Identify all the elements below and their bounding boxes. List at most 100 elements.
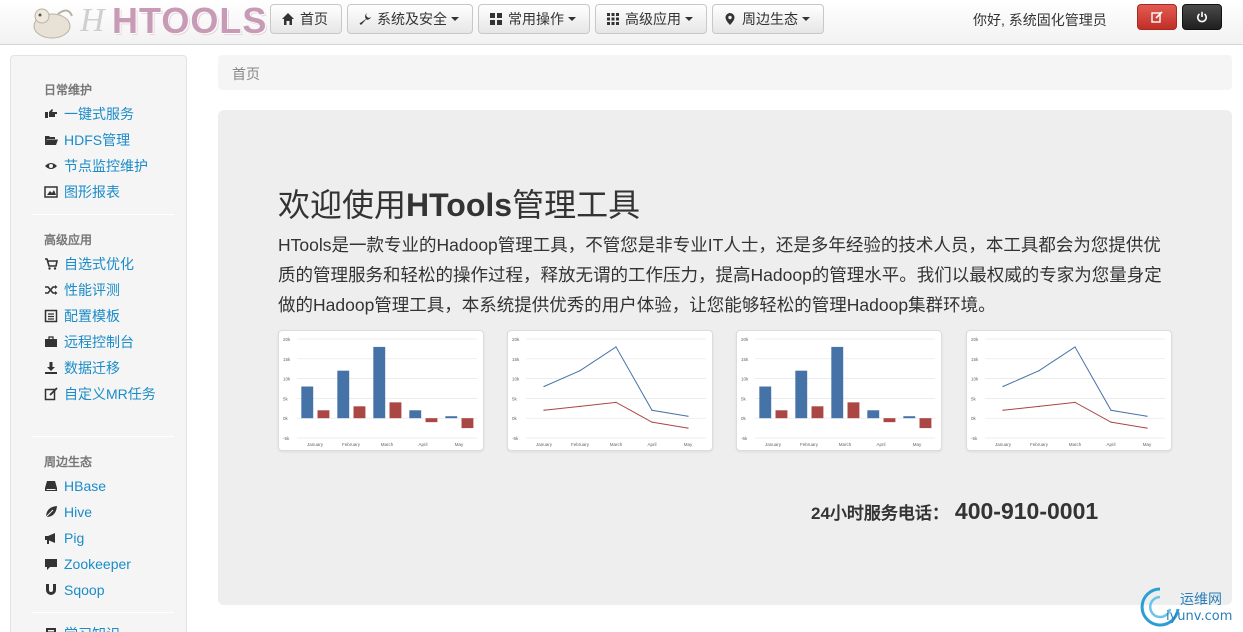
sidebar-item-hdfs[interactable]: HDFS管理 (44, 130, 174, 150)
chart-point (1110, 421, 1112, 423)
chart-point (543, 385, 545, 388)
sidebar-item-label: Pig (64, 530, 85, 546)
home-icon (282, 13, 294, 25)
y-tick-label: 20k (283, 337, 291, 342)
y-tick-label: -5k (741, 436, 748, 441)
chart-point (1038, 370, 1040, 372)
sidebar-item-label: HBase (64, 478, 107, 494)
breadcrumb-current[interactable]: 首页 (232, 66, 260, 82)
y-tick-label: 0k (512, 416, 518, 421)
sidebar-item-remote-console[interactable]: 远程控制台 (44, 332, 174, 352)
y-tick-label: 15k (741, 357, 749, 362)
download-icon (45, 362, 57, 374)
sidebar-item-learning[interactable]: 学习知识 (44, 624, 174, 632)
x-tick-label: April (1106, 442, 1115, 447)
chevron-down-icon (568, 17, 576, 21)
book-icon (46, 628, 56, 632)
sidebar-item-hive[interactable]: Hive (44, 502, 174, 522)
chart-point (1146, 415, 1148, 417)
sidebar-item-label: 自定义MR任务 (64, 386, 156, 402)
y-tick-label: -5k (283, 436, 290, 441)
grid-small-icon (607, 13, 619, 25)
sidebar-item-custom-mr-task[interactable]: 自定义MR任务 (44, 384, 174, 404)
chart-bar (461, 418, 474, 429)
nav-system-security[interactable]: 系统及安全 (347, 4, 473, 34)
x-tick-label: April (647, 442, 656, 447)
sidebar-item-zookeeper[interactable]: Zookeeper (44, 554, 174, 574)
x-tick-label: May (455, 442, 464, 447)
bar-chart: 20k 15k 10k 5k 0k -5k January February March Apri… (741, 337, 935, 447)
y-tick-label: 0k (283, 416, 289, 421)
power-icon (1197, 11, 1207, 23)
nav-home[interactable]: 首页 (270, 4, 342, 34)
nav-advanced[interactable]: 高级应用 (595, 4, 707, 34)
chevron-down-icon (802, 17, 810, 21)
y-tick-label: 5k (741, 396, 747, 401)
x-tick-label: May (1143, 442, 1152, 447)
sidebar-item-data-migration[interactable]: 数据迁移 (44, 358, 174, 378)
bar-chart: 20k 15k 10k 5k 0k -5k January February March Apri… (283, 337, 477, 447)
y-tick-label: 0k (971, 416, 977, 421)
sidebar-item-custom-optimize[interactable]: 自选式优化 (44, 254, 174, 274)
chart-bar (847, 402, 860, 419)
y-tick-label: 0k (741, 416, 747, 421)
x-tick-label: January (765, 442, 782, 447)
chart-point (1038, 405, 1040, 407)
sidebar-divider (31, 612, 174, 613)
x-tick-label: January (995, 442, 1012, 447)
chart-point (615, 401, 617, 403)
chart-point (651, 421, 653, 423)
service-phone: 24小时服务电话： 400-910-0001 (811, 498, 1098, 525)
x-tick-label: February (571, 442, 590, 447)
x-tick-label: January (307, 442, 324, 447)
list-alt-icon (44, 309, 58, 323)
chart-point (1074, 346, 1076, 348)
eye-icon (45, 163, 57, 169)
sidebar-item-label: 图形报表 (64, 184, 120, 200)
hand-right-icon (45, 109, 57, 118)
y-tick-label: 20k (512, 337, 520, 342)
line-chart: 20k 15k 10k 5k 0k -5k January February March Apri… (971, 337, 1165, 447)
chart-point (687, 415, 689, 417)
chart-thumbnail-bar-1[interactable]: 20k 15k 10k 5k 0k -5k January February March Apri… (278, 330, 484, 451)
sidebar-item-node-monitor[interactable]: 节点监控维护 (44, 156, 174, 176)
sidebar-item-chart-report[interactable]: 图形报表 (44, 182, 174, 202)
chevron-down-icon (451, 17, 459, 21)
line-chart: 20k 15k 10k 5k 0k -5k January February March Apri… (512, 337, 706, 447)
sidebar-item-label: 节点监控维护 (64, 158, 148, 174)
grid-icon (490, 13, 502, 25)
chart-series-line (543, 346, 689, 417)
chart-point (687, 427, 689, 429)
sidebar-item-label: HDFS管理 (64, 132, 131, 148)
logo-h-letter: H (80, 2, 105, 39)
edit-icon (44, 387, 58, 401)
nav-common-ops[interactable]: 常用操作 (478, 4, 590, 34)
chart-thumbnail-line-1[interactable]: 20k 15k 10k 5k 0k -5k January February March Apri… (507, 330, 713, 451)
sidebar-item-pig[interactable]: Pig (44, 528, 174, 548)
y-tick-label: -5k (971, 436, 978, 441)
sidebar-item-sqoop[interactable]: Sqoop (44, 580, 174, 600)
hdd-icon (45, 481, 57, 491)
sidebar-item-config-template[interactable]: 配置模板 (44, 306, 174, 326)
top-navbar: H HTOOLS 首页 系统及安全 常用操作 高级应用 周边生态 你好, 系统固… (0, 0, 1243, 45)
title-suffix: 管理工具 (512, 187, 641, 223)
chart-point (579, 405, 581, 407)
sidebar-item-performance-test[interactable]: 性能评测 (44, 280, 174, 300)
sidebar-item-one-click-service[interactable]: 一键式服务 (44, 104, 174, 124)
nav-system-security-label: 系统及安全 (377, 11, 447, 27)
chart-thumbnail-line-2[interactable]: 20k 15k 10k 5k 0k -5k January February March Apri… (966, 330, 1172, 451)
logout-button[interactable] (1182, 4, 1222, 30)
nav-advanced-label: 高级应用 (625, 11, 681, 27)
x-tick-label: January (536, 442, 553, 447)
htools-logo[interactable]: H HTOOLS (28, 0, 266, 44)
chart-bar (409, 410, 422, 419)
chart-thumbnail-bar-2[interactable]: 20k 15k 10k 5k 0k -5k January February March Apri… (736, 330, 942, 451)
edit-profile-button[interactable] (1137, 4, 1177, 30)
x-tick-label: February (342, 442, 361, 447)
page-title: 欢迎使用HTools管理工具 (278, 180, 640, 226)
nav-ecosystem[interactable]: 周边生态 (712, 4, 824, 34)
y-tick-label: 15k (512, 357, 520, 362)
chart-bar (389, 402, 402, 419)
sidebar-item-hbase[interactable]: HBase (44, 476, 174, 496)
y-tick-label: 10k (741, 377, 749, 382)
